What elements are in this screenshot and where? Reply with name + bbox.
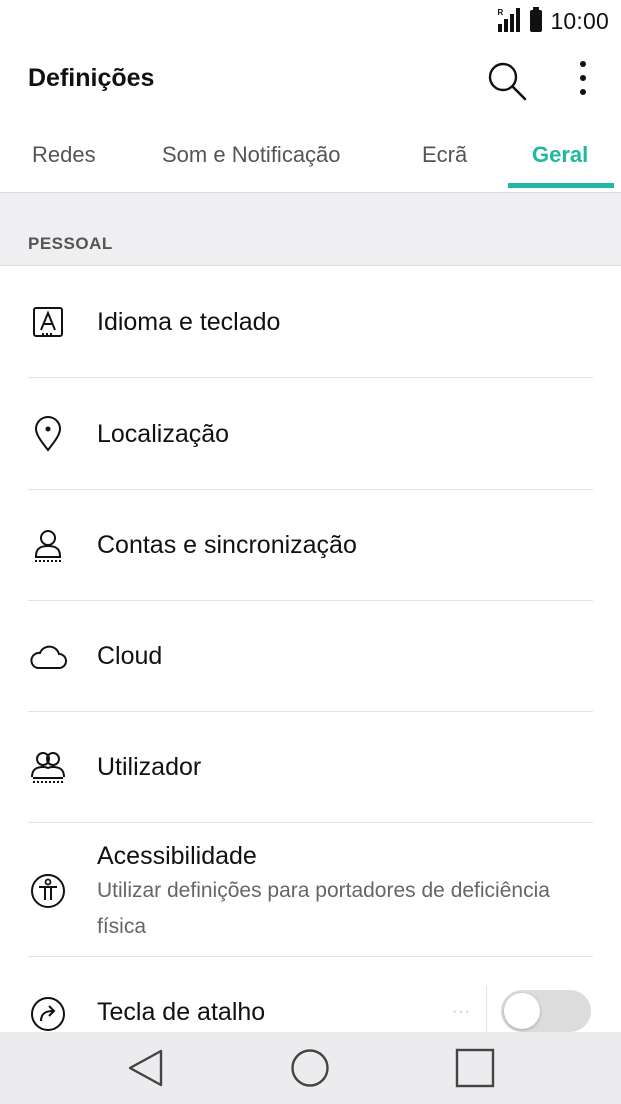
item-label: Cloud: [97, 642, 163, 670]
item-subtitle: Utilizar definições para portadores de d…: [97, 879, 550, 938]
tab-geral[interactable]: Geral: [532, 142, 588, 168]
battery-icon: [530, 7, 543, 32]
roaming-indicator: R: [497, 8, 504, 17]
item-label: Localização: [97, 420, 230, 448]
status-bar: R 10:00: [0, 0, 621, 44]
item-label: Contas e sincronização: [97, 531, 357, 559]
section-header: PESSOAL: [0, 193, 621, 266]
item-label: Idioma e teclado: [97, 308, 281, 336]
vertical-separator: [486, 986, 487, 1032]
more-dots: ···: [452, 1003, 471, 1020]
list-item-cloud[interactable]: Cloud: [0, 601, 621, 711]
navigation-bar: [0, 1032, 621, 1104]
users-icon: [28, 748, 68, 788]
accessibility-icon: [28, 871, 68, 911]
cloud-icon: [28, 637, 68, 677]
app-bar: Definições: [0, 44, 621, 118]
list-item-utilizador[interactable]: Utilizador: [0, 712, 621, 822]
more-vert-icon: [580, 61, 586, 95]
search-button[interactable]: [484, 58, 530, 104]
section-label: PESSOAL: [28, 234, 113, 253]
back-button[interactable]: [124, 1046, 168, 1090]
list-item-acessibilidade[interactable]: Acessibilidade Utilizar definições para …: [0, 823, 621, 956]
location-pin-icon: [28, 414, 68, 454]
back-triangle-icon: [128, 1049, 163, 1087]
active-tab-indicator: [508, 183, 614, 188]
signal-icon: R: [496, 8, 522, 34]
item-label: Acessibilidade: [97, 842, 257, 870]
clock: 10:00: [550, 7, 609, 34]
home-circle-icon: [291, 1049, 329, 1087]
status-indicators: R 10:00: [496, 6, 609, 36]
list-item-idioma-e-teclado[interactable]: Idioma e teclado: [0, 266, 621, 377]
list-item-contas-e-sincronizacao[interactable]: Contas e sincronização: [0, 490, 621, 600]
recents-square-icon: [455, 1048, 495, 1088]
search-icon: [488, 62, 527, 101]
more-options-button[interactable]: [566, 58, 600, 104]
toggle-knob: [504, 993, 540, 1029]
home-button[interactable]: [288, 1046, 332, 1090]
account-icon: [28, 526, 68, 566]
tab-som-e-notificacao[interactable]: Som e Notificação: [162, 142, 341, 168]
tab-bar: Redes Som e Notificação Ecrã Geral: [0, 118, 621, 193]
shortcut-icon: [28, 994, 68, 1034]
list-item-localizacao[interactable]: Localização: [0, 378, 621, 489]
language-icon: [28, 303, 68, 343]
recents-button[interactable]: [453, 1046, 497, 1090]
item-label: Tecla de atalho: [97, 998, 266, 1026]
page-title: Definições: [28, 64, 155, 92]
item-label: Utilizador: [97, 753, 202, 781]
tab-redes[interactable]: Redes: [32, 142, 96, 168]
tab-ecra[interactable]: Ecrã: [422, 142, 467, 168]
shortcut-toggle-switch[interactable]: [501, 990, 591, 1032]
